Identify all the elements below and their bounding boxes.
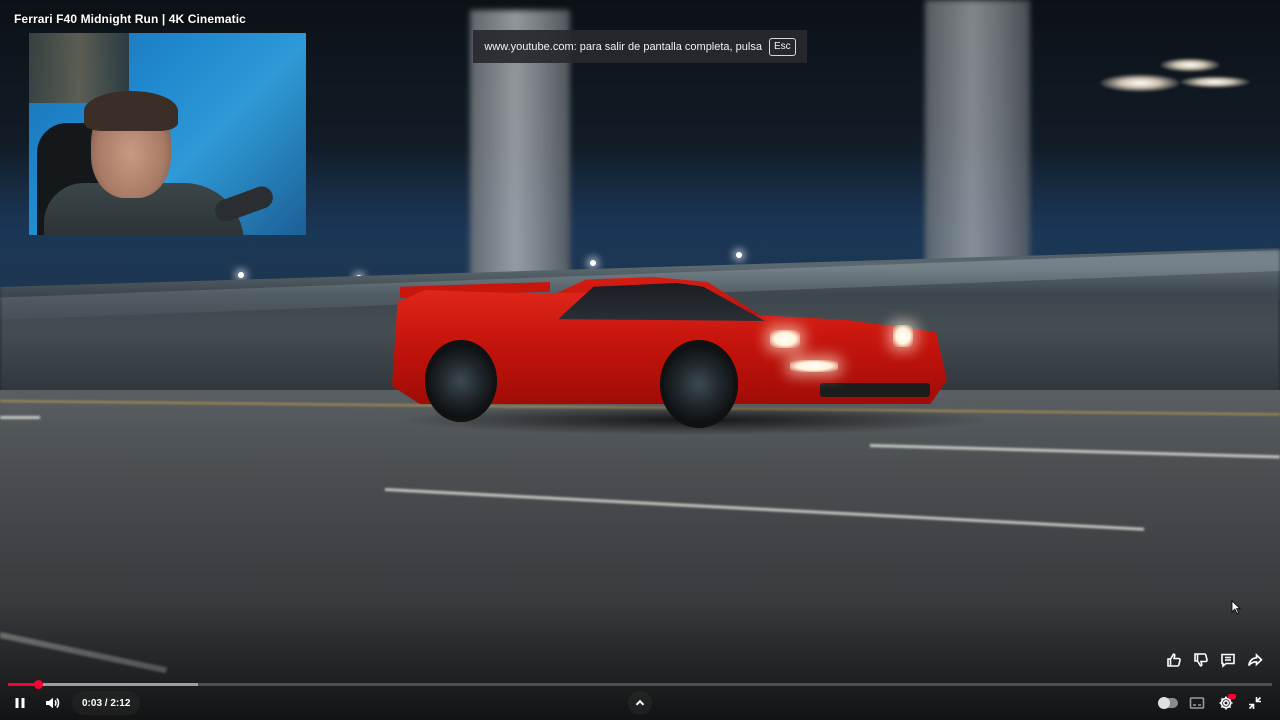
webcam-person-hair <box>84 91 178 131</box>
autoplay-toggle-icon <box>1158 697 1178 709</box>
volume-icon <box>46 697 60 709</box>
car-front-wheel <box>660 340 738 428</box>
scene-city-light <box>590 260 596 266</box>
progress-bar[interactable] <box>8 680 1272 689</box>
like-button[interactable] <box>1162 648 1186 672</box>
subtitles-icon <box>1189 697 1205 709</box>
scene-pillar <box>925 0 1030 270</box>
scene-ceiling-light <box>1160 58 1220 72</box>
time-separator: / <box>102 697 111 709</box>
quick-actions <box>1162 648 1272 672</box>
comments-button[interactable] <box>1216 648 1240 672</box>
settings-button[interactable] <box>1214 691 1238 715</box>
hd-badge <box>1228 694 1236 699</box>
webcam-overlay <box>29 33 306 235</box>
thumbs-down-icon <box>1194 653 1208 667</box>
video-title[interactable]: Ferrari F40 Midnight Run | 4K Cinematic <box>14 12 246 26</box>
scene-city-light <box>238 272 244 278</box>
chevron-up-icon <box>635 699 645 706</box>
fullscreen-notice-text: www.youtube.com: para salir de pantalla … <box>484 40 762 53</box>
esc-key-badge: Esc <box>768 37 796 56</box>
duration: 2:12 <box>110 697 131 709</box>
car-headlight <box>770 330 800 348</box>
controls-left: 0:03 / 2:12 <box>8 691 141 715</box>
subtitles-button[interactable] <box>1185 691 1209 715</box>
pause-button[interactable] <box>8 691 32 715</box>
autoplay-toggle[interactable] <box>1156 691 1180 715</box>
car-front-grille <box>820 383 930 397</box>
scene-city-light <box>736 252 742 258</box>
autoplay-toggle-knob <box>1158 697 1170 709</box>
car-headlight <box>893 325 913 347</box>
car-rear-wheel <box>425 340 497 422</box>
comment-icon <box>1221 653 1235 668</box>
current-time: 0:03 <box>82 697 103 709</box>
exit-fullscreen-icon <box>1248 696 1262 710</box>
share-button[interactable] <box>1243 648 1267 672</box>
share-icon <box>1248 653 1263 667</box>
fullscreen-notice: www.youtube.com: para salir de pantalla … <box>473 30 807 63</box>
exit-fullscreen-button[interactable] <box>1243 691 1267 715</box>
time-display: 0:03 / 2:12 <box>72 691 141 715</box>
pause-icon <box>15 698 25 708</box>
video-player[interactable]: Ferrari F40 Midnight Run | 4K Cinematic … <box>0 0 1280 720</box>
scene-ceiling-light <box>1180 76 1250 88</box>
webcam-microphone <box>212 183 276 225</box>
controls-right <box>1156 691 1267 715</box>
volume-button[interactable] <box>40 691 64 715</box>
dislike-button[interactable] <box>1189 648 1213 672</box>
progress-scrubber-handle[interactable] <box>34 680 44 689</box>
scene-ceiling-light <box>1100 74 1180 92</box>
thumbs-up-icon <box>1167 653 1181 667</box>
chapters-button[interactable] <box>628 691 652 715</box>
scene-lane-line <box>0 416 40 419</box>
car-lower-light <box>790 360 838 372</box>
